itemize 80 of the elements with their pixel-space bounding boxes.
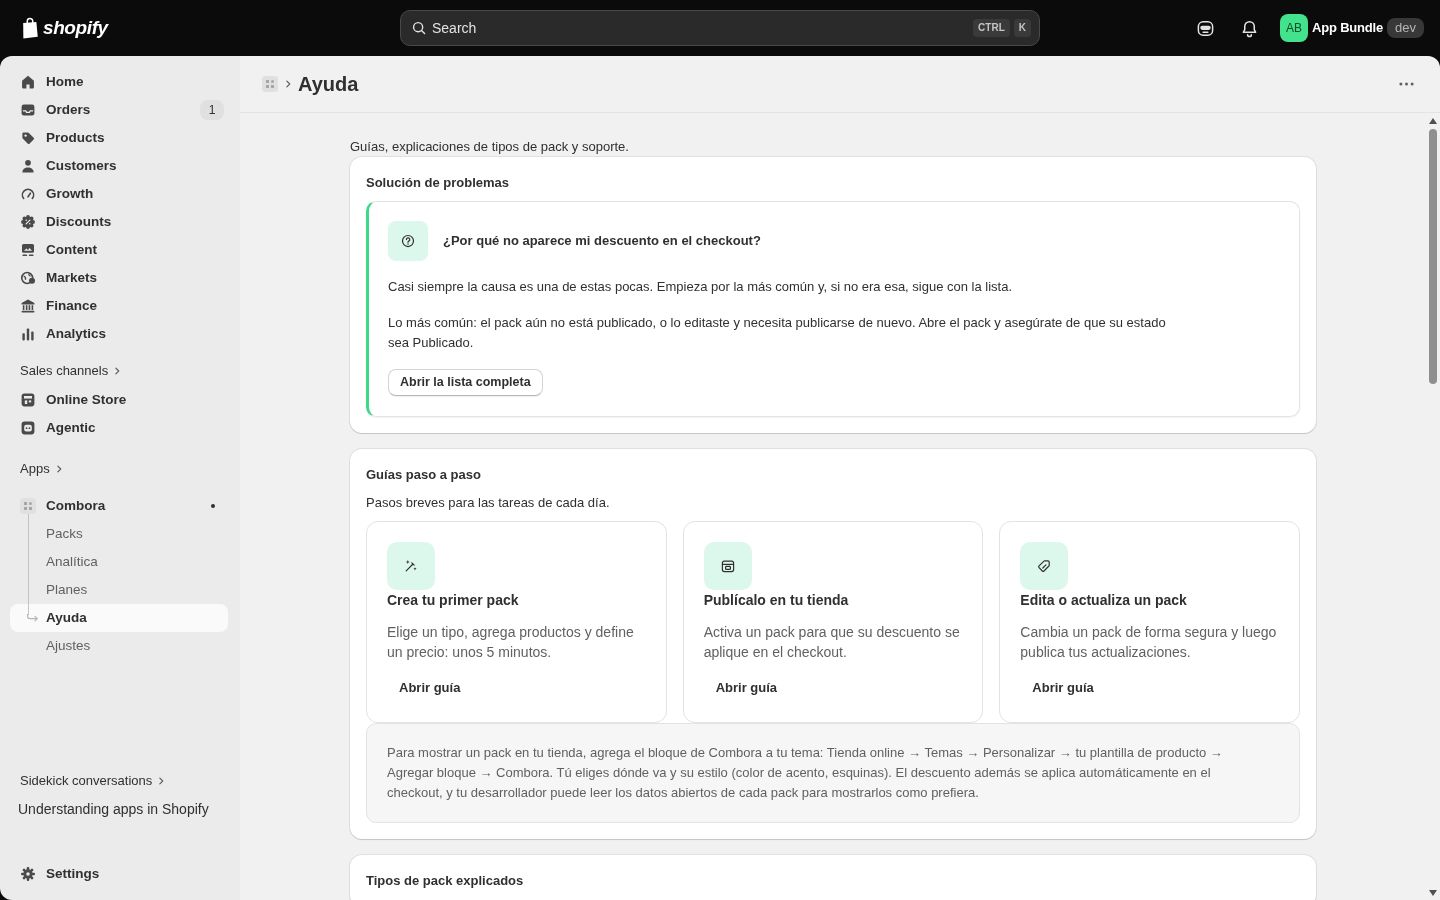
- nav-item[interactable]: Agentic: [10, 414, 228, 442]
- section-link[interactable]: Sales channels: [20, 360, 121, 382]
- more-icon[interactable]: [1399, 82, 1414, 86]
- card-title: Tipos de pack explicados: [366, 872, 525, 890]
- store-name[interactable]: App Bundle: [1312, 18, 1384, 38]
- chevron-right-icon: [159, 777, 165, 785]
- search-icon: [412, 21, 426, 35]
- store-avatar[interactable]: AB: [1280, 14, 1309, 42]
- tag-icon: [1036, 558, 1053, 574]
- nav-item[interactable]: Orders 1: [10, 96, 228, 124]
- guide-description: Cambia un pack de forma segura y luego publica tus actualizaciones.: [1020, 623, 1278, 662]
- keyboard-key: CTRL: [973, 19, 1010, 37]
- open-guide-button[interactable]: Abrir guía: [703, 674, 790, 702]
- nav-subitem[interactable]: Planes: [10, 576, 228, 604]
- question-mark-icon: [401, 234, 415, 248]
- magic-wand-icon: [403, 558, 419, 574]
- section-link[interactable]: Sidekick conversations: [20, 770, 165, 792]
- robot-icon: [20, 420, 36, 436]
- card-subtitle: Pasos breves para las tareas de cada día.: [366, 494, 611, 512]
- nav-item[interactable]: Discounts: [10, 208, 228, 236]
- info-note: Para mostrar un pack en tu tienda, agrega el bloque de Combora a tu tema: Tienda online → Temas → Personalizar → tu plantilla de producto → Agregar bloque → Combora. Tú eliges dónde va y su estilo (color de acento, esquinas). El descuento además se aplica automáticamente en el checkout, y tu desarrollador puede leer los datos abiertos de cada pack para mostrarlos como prefiera.: [366, 723, 1300, 823]
- storefront-icon: [20, 392, 36, 408]
- bank-icon: [20, 298, 36, 314]
- issue-text: Casi siempre la causa es una de estas pocas. Empieza por la más común y, si no era esa, sigue con la lista.: [388, 278, 1014, 296]
- dot-icon: [211, 504, 215, 508]
- count-badge: 1: [200, 100, 224, 120]
- guide-description: Activa un pack para que su descuento se aplique en el checkout.: [703, 623, 961, 662]
- conversation-link[interactable]: Understanding apps in Shopify: [8, 796, 209, 824]
- guide-title: Publícalo en tu tienda: [703, 591, 850, 610]
- guide-title: Edita o actualiza un pack: [1020, 591, 1188, 610]
- chevron-right-icon: [56, 465, 62, 473]
- image-screen-icon: [20, 242, 36, 258]
- app-icon: [20, 498, 36, 514]
- home-icon: [20, 74, 36, 90]
- chevron-right-icon: [115, 367, 121, 375]
- nav-item[interactable]: Content: [10, 236, 228, 264]
- environment-badge: dev: [1387, 18, 1424, 38]
- scrollbar-thumb[interactable]: [1429, 129, 1437, 384]
- section-link[interactable]: Apps: [20, 458, 62, 480]
- chevron-right-icon: [286, 80, 291, 88]
- store-icon: [719, 558, 736, 574]
- nav-item[interactable]: Analytics: [10, 320, 228, 348]
- open-guide-button[interactable]: Abrir guía: [1020, 674, 1106, 702]
- nav-subitem[interactable]: Analítica: [10, 548, 228, 576]
- inbox-icon: [20, 102, 36, 118]
- open-full-list-button[interactable]: Abrir la lista completa: [388, 369, 543, 396]
- scroll-down-arrow-icon[interactable]: [1429, 890, 1437, 896]
- nav-item[interactable]: Combora: [10, 492, 228, 520]
- settings-icon: [20, 866, 36, 882]
- nav-subitem[interactable]: Ajustes: [10, 632, 228, 660]
- guide-title: Crea tu primer pack: [387, 591, 520, 610]
- issue-text: Lo más común: el pack aún no está publicado, o lo editaste y necesita publicarse de nuevo. Abre el pack y asegúrate de que su estado sea Publicado.: [388, 314, 1167, 352]
- nav-item[interactable]: Finance: [10, 292, 228, 320]
- settings-nav-item[interactable]: Settings: [10, 860, 228, 888]
- nav-subitem[interactable]: Ayuda: [10, 604, 228, 632]
- nav-item[interactable]: Home: [10, 68, 228, 96]
- person-icon: [20, 158, 36, 174]
- robot-face-icon[interactable]: [1196, 18, 1216, 38]
- branch-arrow-icon: [27, 614, 38, 622]
- card-title: Guías paso a paso: [366, 466, 482, 484]
- shopping-bag-icon[interactable]: [20, 17, 40, 39]
- card-title: Solución de problemas: [366, 174, 511, 192]
- nav-item[interactable]: Markets: [10, 264, 228, 292]
- nav-item[interactable]: Products: [10, 124, 228, 152]
- bar-chart-icon: [20, 326, 36, 342]
- scroll-up-arrow-icon[interactable]: [1429, 118, 1437, 124]
- open-guide-button[interactable]: Abrir guía: [387, 674, 473, 702]
- nav-item[interactable]: Growth: [10, 180, 228, 208]
- nav-item[interactable]: Online Store: [10, 386, 228, 414]
- globe-coin-icon: [20, 270, 36, 286]
- logo-wordmark[interactable]: shopify: [43, 16, 108, 40]
- tag-icon: [20, 130, 36, 146]
- gauge-icon: [20, 186, 36, 202]
- nav-item[interactable]: Customers: [10, 152, 228, 180]
- discount-badge-icon: [20, 214, 36, 230]
- page-title: Ayuda: [298, 72, 359, 97]
- guide-description: Elige un tipo, agrega productos y define un precio: unos 5 minutos.: [387, 623, 635, 662]
- page-intro: Guías, explicaciones de tipos de pack y soporte.: [350, 138, 630, 156]
- nav-subitem[interactable]: Packs: [10, 520, 228, 548]
- issue-question: ¿Por qué no aparece mi descuento en el checkout?: [443, 233, 761, 249]
